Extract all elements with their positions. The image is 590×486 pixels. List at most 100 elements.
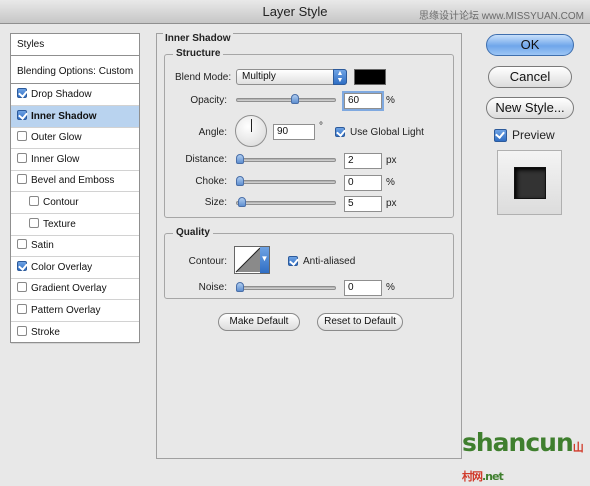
contour-label: Contour: xyxy=(188,256,227,267)
noise-slider[interactable] xyxy=(236,282,336,292)
site-logo: shancun山村网.net xyxy=(462,428,590,486)
opacity-track xyxy=(236,98,336,102)
style-item-gradient-overlay[interactable]: Gradient Overlay xyxy=(11,278,139,301)
angle-label: Angle: xyxy=(198,127,227,138)
angle-needle xyxy=(251,119,252,132)
style-item-checkbox[interactable] xyxy=(17,152,27,163)
logo-suffix-text: .net xyxy=(482,470,504,483)
size-track xyxy=(236,201,336,205)
style-item-checkbox[interactable] xyxy=(17,282,27,293)
contour-curve-icon xyxy=(235,247,261,273)
angle-field[interactable]: 90 xyxy=(273,124,315,140)
size-thumb[interactable] xyxy=(237,197,246,207)
choke-unit: % xyxy=(386,177,395,188)
blending-options-item[interactable]: Blending Options: Custom xyxy=(11,61,139,84)
choke-label: Choke: xyxy=(195,176,227,187)
style-item-checkbox[interactable] xyxy=(17,304,27,314)
style-item-color-overlay[interactable]: Color Overlay xyxy=(11,257,139,279)
ok-button[interactable]: OK xyxy=(486,34,574,56)
preview-label: Preview xyxy=(512,128,555,142)
angle-unit: ° xyxy=(319,121,323,132)
opacity-label: Opacity: xyxy=(190,95,227,106)
style-item-label: Outer Glow xyxy=(31,132,82,144)
opacity-field[interactable]: 60 xyxy=(342,91,384,111)
style-item-label: Contour xyxy=(43,197,79,208)
distance-slider[interactable] xyxy=(236,154,336,164)
style-item-inner-shadow[interactable]: Inner Shadow xyxy=(11,105,139,128)
title-bar: Layer Style 思缘设计论坛 www.MISSYUAN.COM xyxy=(0,0,590,24)
style-item-checkbox[interactable] xyxy=(17,131,27,142)
choke-field[interactable]: 0 xyxy=(344,175,382,191)
styles-list: Styles Blending Options: Custom Drop Sha… xyxy=(10,33,140,344)
noise-field[interactable]: 0 xyxy=(344,280,382,296)
style-item-label: Inner Shadow xyxy=(31,110,97,122)
style-preview xyxy=(497,150,562,215)
style-item-outer-glow[interactable]: Outer Glow xyxy=(11,127,139,150)
contour-dropdown-icon[interactable]: ▼ xyxy=(260,247,269,273)
size-slider[interactable] xyxy=(236,197,336,207)
style-item-checkbox[interactable] xyxy=(17,239,27,250)
reset-to-default-button[interactable]: Reset to Default xyxy=(317,313,403,331)
styles-header[interactable]: Styles xyxy=(11,34,139,56)
style-item-label: Pattern Overlay xyxy=(31,305,101,316)
style-item-label: Texture xyxy=(43,218,76,230)
style-item-label: Bevel and Emboss xyxy=(31,175,115,187)
style-item-label: Stroke xyxy=(31,326,60,338)
blend-mode-select[interactable]: Multiply ▲ ▼ xyxy=(236,69,347,85)
watermark-text: 思缘设计论坛 www.MISSYUAN.COM xyxy=(418,11,584,22)
distance-thumb[interactable] xyxy=(236,154,244,164)
style-item-checkbox[interactable] xyxy=(17,88,27,98)
structure-title: Structure xyxy=(173,48,224,59)
style-item-checkbox[interactable] xyxy=(29,217,39,228)
inner-shadow-panel: Inner Shadow Structure Blend Mode: Multi… xyxy=(156,33,462,459)
noise-track xyxy=(236,286,336,290)
contour-picker[interactable]: ▼ xyxy=(234,246,270,274)
style-item-label: Color Overlay xyxy=(31,261,93,273)
distance-unit: px xyxy=(386,155,397,166)
distance-track xyxy=(236,158,336,162)
shadow-color-swatch[interactable] xyxy=(354,69,386,85)
size-field[interactable]: 5 xyxy=(344,196,382,212)
style-item-texture[interactable]: Texture xyxy=(11,214,139,236)
opacity-slider[interactable] xyxy=(236,94,336,104)
noise-unit: % xyxy=(386,282,395,293)
noise-thumb[interactable] xyxy=(236,282,244,292)
use-global-light-checkbox[interactable] xyxy=(335,127,345,137)
blend-mode-value: Multiply xyxy=(242,71,276,82)
preview-swatch xyxy=(514,167,546,199)
style-item-checkbox[interactable] xyxy=(17,109,27,120)
size-unit: px xyxy=(386,198,397,209)
anti-aliased-checkbox[interactable] xyxy=(288,256,298,266)
logo-main-text: shancun xyxy=(462,428,574,457)
style-item-pattern-overlay[interactable]: Pattern Overlay xyxy=(11,300,139,322)
style-item-checkbox[interactable] xyxy=(17,325,27,336)
choke-slider[interactable] xyxy=(236,176,336,186)
opacity-thumb[interactable] xyxy=(291,94,300,104)
panel-title: Inner Shadow xyxy=(163,33,233,44)
new-style-button[interactable]: New Style... xyxy=(486,97,574,119)
distance-field[interactable]: 2 xyxy=(344,153,382,169)
style-item-checkbox[interactable] xyxy=(29,196,39,206)
style-item-satin[interactable]: Satin xyxy=(11,235,139,258)
style-item-contour[interactable]: Contour xyxy=(11,192,139,214)
choke-track xyxy=(236,180,336,184)
cancel-button[interactable]: Cancel xyxy=(488,66,572,88)
distance-label: Distance: xyxy=(185,154,227,165)
style-item-label: Gradient Overlay xyxy=(31,283,107,295)
angle-dial[interactable] xyxy=(235,115,267,147)
style-item-label: Inner Glow xyxy=(31,153,80,165)
select-arrows-icon: ▲ ▼ xyxy=(333,69,347,85)
blend-mode-label: Blend Mode: xyxy=(175,72,232,83)
style-item-checkbox[interactable] xyxy=(17,260,27,271)
noise-label: Noise: xyxy=(198,282,227,293)
style-item-bevel-and-emboss[interactable]: Bevel and Emboss xyxy=(11,170,139,193)
style-item-label: Satin xyxy=(31,240,54,252)
style-item-stroke[interactable]: Stroke xyxy=(11,322,139,344)
make-default-button[interactable]: Make Default xyxy=(218,313,300,331)
style-item-drop-shadow[interactable]: Drop Shadow xyxy=(11,84,139,106)
preview-checkbox[interactable] xyxy=(494,129,507,142)
style-item-inner-glow[interactable]: Inner Glow xyxy=(11,149,139,171)
choke-thumb[interactable] xyxy=(236,176,244,186)
anti-aliased-label: Anti-aliased xyxy=(303,256,356,267)
style-item-checkbox[interactable] xyxy=(17,174,27,185)
